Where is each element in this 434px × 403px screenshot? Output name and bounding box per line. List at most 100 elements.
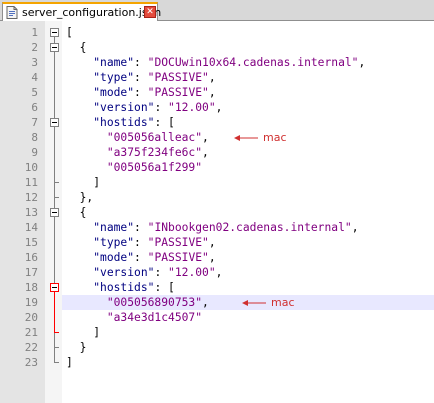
close-icon[interactable]: ✕	[144, 6, 156, 18]
json-punctuation	[66, 161, 107, 174]
line-number: 14	[24, 221, 38, 234]
line-number: 17	[24, 266, 38, 279]
json-punctuation: :	[154, 266, 169, 279]
json-punctuation: ,	[215, 266, 223, 279]
json-string: "a34e3d1c4507"	[106, 311, 203, 324]
json-key: "mode"	[93, 86, 135, 99]
file-icon	[6, 6, 18, 19]
json-string: "PASSIVE"	[147, 71, 209, 84]
json-punctuation: ,	[202, 296, 209, 309]
json-punctuation	[66, 56, 93, 69]
code-line[interactable]: "hostids": [	[66, 280, 175, 295]
json-punctuation	[66, 101, 93, 114]
code-line[interactable]: "hostids": [	[66, 115, 175, 130]
fold-end	[54, 347, 59, 348]
line-number: 8	[31, 131, 38, 144]
json-key: "version"	[93, 266, 155, 279]
json-punctuation: :	[134, 251, 148, 264]
fold-end	[54, 182, 59, 183]
json-punctuation: },	[66, 191, 94, 204]
code-line[interactable]: },	[66, 190, 94, 205]
code-line[interactable]: "a375f234fe6c",	[66, 145, 209, 160]
code-line[interactable]: "005056a1f299"	[66, 160, 202, 175]
line-number: 15	[24, 236, 38, 249]
code-line[interactable]: "005056890753",	[66, 295, 209, 310]
tab-server-configuration[interactable]: server_configuration.json ✕	[2, 2, 162, 21]
fold-end	[54, 332, 59, 333]
json-punctuation: :	[134, 86, 148, 99]
json-string: "005056alleac"	[106, 131, 203, 144]
json-punctuation: ,	[351, 221, 359, 234]
code-line[interactable]: "005056alleac",	[66, 130, 209, 145]
line-number: 4	[31, 71, 38, 84]
json-key: "name"	[93, 221, 135, 234]
json-punctuation	[66, 281, 93, 294]
fold-toggle[interactable]	[50, 208, 59, 217]
arrow-left-icon	[242, 300, 266, 306]
json-punctuation	[66, 266, 93, 279]
json-punctuation: :	[154, 101, 169, 114]
line-number: 2	[31, 41, 38, 54]
line-number: 7	[31, 116, 38, 129]
code-line[interactable]: "name": "DOCUwin10x64.cadenas.internal",	[66, 55, 365, 70]
json-punctuation: ,	[208, 251, 216, 264]
code-line[interactable]: ]	[66, 175, 100, 190]
line-number: 22	[24, 341, 38, 354]
code-line[interactable]: "mode": "PASSIVE",	[66, 250, 216, 265]
json-key: "hostids"	[93, 116, 155, 129]
arrow-left-icon	[234, 135, 258, 141]
fold-toggle[interactable]	[50, 283, 59, 292]
line-number: 20	[24, 311, 38, 324]
json-string: "PASSIVE"	[147, 251, 209, 264]
json-punctuation: {	[66, 41, 87, 54]
code-line[interactable]: ]	[66, 355, 73, 370]
tab-title: server_configuration.json	[22, 6, 162, 19]
json-punctuation	[66, 71, 93, 84]
code-line[interactable]: "type": "PASSIVE",	[66, 70, 216, 85]
line-number: 12	[24, 191, 38, 204]
json-punctuation: ,	[208, 86, 216, 99]
json-punctuation	[66, 236, 93, 249]
line-number: 13	[24, 206, 38, 219]
code-line[interactable]: "type": "PASSIVE",	[66, 235, 215, 250]
code-line[interactable]: "name": "INbookgen02.cadenas.internal",	[66, 220, 359, 235]
json-string: "DOCUwin10x64.cadenas.internal"	[147, 56, 359, 69]
json-punctuation: ,	[208, 71, 216, 84]
code-line[interactable]: "mode": "PASSIVE",	[66, 85, 216, 100]
code-line[interactable]: "version": "12.00",	[66, 265, 222, 280]
json-punctuation: :	[134, 221, 148, 234]
mac-annotation: mac	[263, 131, 287, 144]
json-punctuation	[66, 131, 107, 144]
json-key: "type"	[93, 71, 135, 84]
code-line[interactable]: {	[66, 40, 87, 55]
line-number: 5	[31, 86, 38, 99]
json-key: "name"	[93, 56, 135, 69]
tab-bar: server_configuration.json ✕	[0, 0, 434, 21]
code-line[interactable]: [	[66, 25, 73, 40]
json-punctuation	[66, 311, 107, 324]
json-punctuation: :	[134, 56, 148, 69]
json-punctuation: [	[66, 26, 73, 39]
fold-toggle[interactable]	[50, 28, 59, 37]
json-punctuation: : [	[154, 116, 175, 129]
json-punctuation: {	[66, 206, 87, 219]
code-line[interactable]: ]	[66, 325, 100, 340]
json-punctuation: :	[134, 71, 148, 84]
line-number: 6	[31, 101, 38, 114]
fold-toggle[interactable]	[50, 118, 59, 127]
line-number: 21	[24, 326, 38, 339]
json-punctuation	[66, 296, 107, 309]
line-number: 18	[24, 281, 38, 294]
json-punctuation: ,	[215, 101, 223, 114]
code-line[interactable]: }	[66, 340, 87, 355]
code-line[interactable]: "version": "12.00",	[66, 100, 222, 115]
fold-guide	[54, 292, 55, 332]
code-line[interactable]: {	[66, 205, 87, 220]
json-string: "PASSIVE"	[147, 236, 209, 249]
line-number: 16	[24, 251, 38, 264]
json-string: "a375f234fe6c"	[106, 146, 203, 159]
line-number: 3	[31, 56, 38, 69]
fold-toggle[interactable]	[50, 43, 59, 52]
json-punctuation	[66, 146, 107, 159]
code-line[interactable]: "a34e3d1c4507"	[66, 310, 202, 325]
